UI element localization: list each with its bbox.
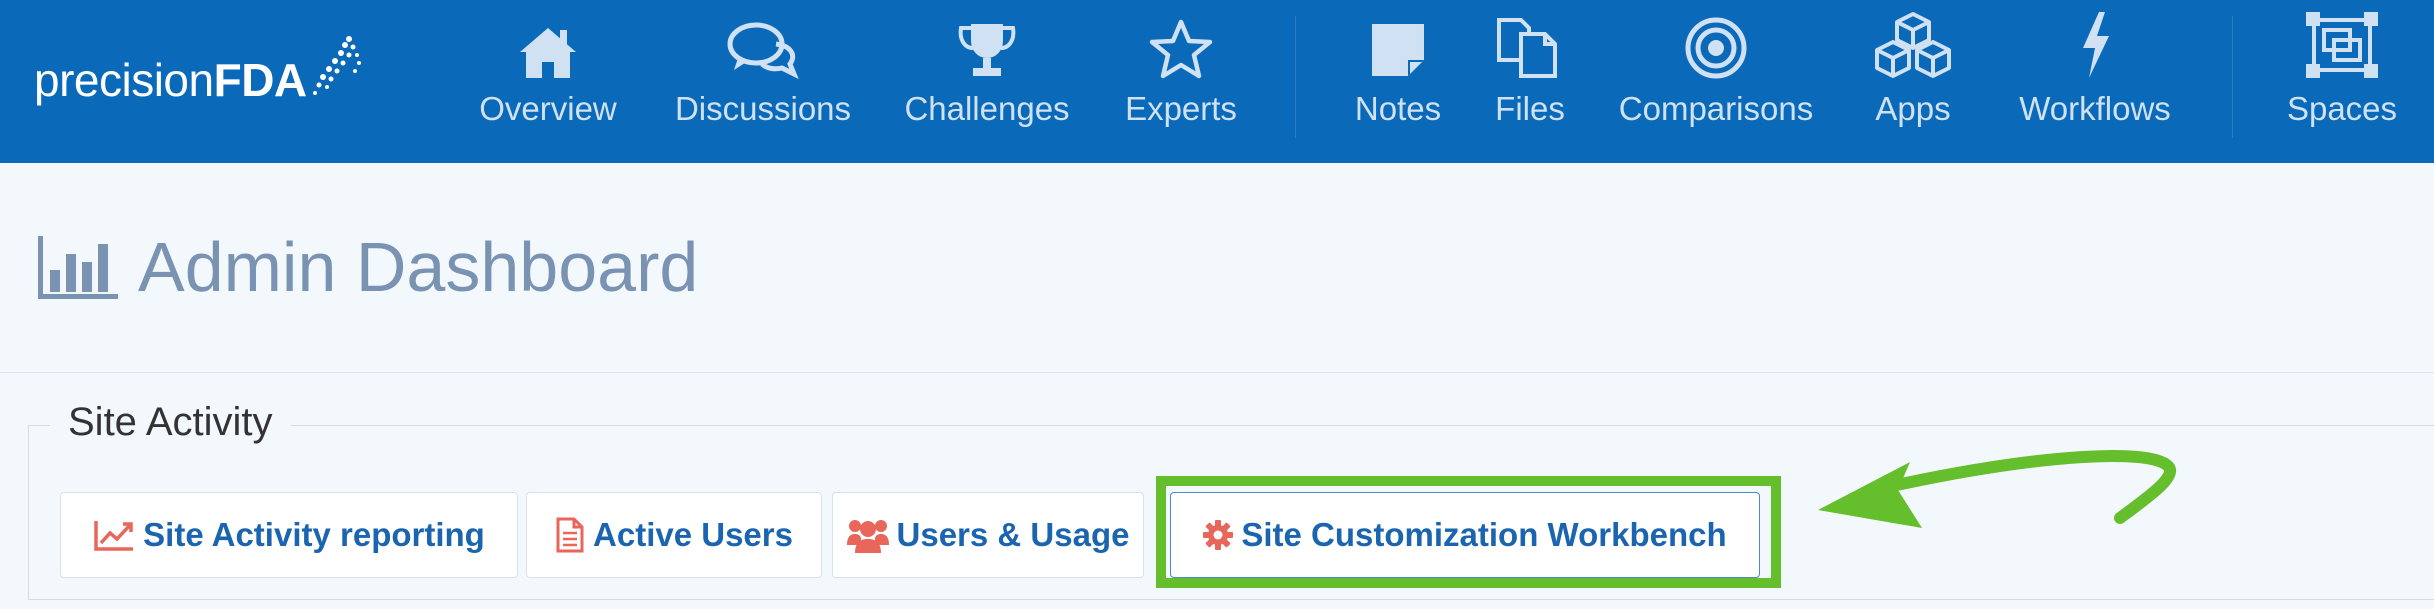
brand-text-bold: FDA xyxy=(213,54,308,106)
target-icon xyxy=(1685,17,1747,79)
tab-label: Active Users xyxy=(593,516,793,553)
tab-label: Site Activity reporting xyxy=(143,516,485,553)
spaces-icon xyxy=(2306,12,2378,78)
cubes-icon xyxy=(1875,12,1951,78)
home-icon xyxy=(520,28,576,78)
nav-experts[interactable]: Experts xyxy=(1110,0,1252,163)
nav-spaces[interactable]: Spaces xyxy=(2270,0,2414,163)
nav-files[interactable]: Files xyxy=(1480,0,1580,163)
nav-label: Comparisons xyxy=(1618,90,1814,127)
nav-discussions[interactable]: Discussions xyxy=(668,0,858,163)
nav-overview[interactable]: Overview xyxy=(468,0,628,163)
tab-site-activity-reporting[interactable]: Site Activity reporting xyxy=(60,492,518,578)
bolt-icon xyxy=(2083,12,2109,78)
dna-helix-icon xyxy=(312,36,361,95)
nav-label: Spaces xyxy=(2286,90,2398,127)
trophy-icon xyxy=(958,24,1016,76)
site-activity-legend: Site Activity xyxy=(50,400,291,445)
nav-label: Workflows xyxy=(2019,90,2171,127)
precisionfda-logo[interactable]: precisionFDA xyxy=(34,20,363,140)
nav-workflows[interactable]: Workflows xyxy=(2000,0,2190,163)
nav-separator xyxy=(2232,16,2233,138)
nav-label: Discussions xyxy=(674,90,852,127)
document-icon xyxy=(556,517,584,553)
nav-label: Files xyxy=(1495,90,1565,127)
annotation-arrow-icon xyxy=(1818,449,2176,528)
users-icon xyxy=(846,520,889,553)
nav-label: Notes xyxy=(1354,90,1442,127)
nav-label: Overview xyxy=(479,90,617,127)
page-title-text: Admin Dashboard xyxy=(138,228,699,306)
nav-label: Challenges xyxy=(904,90,1070,127)
brand-text-light: precision xyxy=(34,54,214,106)
nav-separator xyxy=(1295,16,1296,138)
page-title: Admin Dashboard xyxy=(34,222,698,312)
nav-challenges[interactable]: Challenges xyxy=(896,0,1078,163)
tab-active-users[interactable]: Active Users xyxy=(526,492,822,578)
nav-label: Experts xyxy=(1125,90,1237,127)
top-navbar: precisionFDA Overview Discussions Challe… xyxy=(0,0,2434,163)
nav-notes[interactable]: Notes xyxy=(1340,0,1456,163)
nav-comparisons[interactable]: Comparisons xyxy=(1606,0,1826,163)
note-icon xyxy=(1372,24,1424,76)
star-icon xyxy=(1149,19,1213,79)
line-chart-icon xyxy=(94,521,134,551)
files-icon xyxy=(1497,18,1557,78)
bar-chart-icon xyxy=(38,236,118,299)
nav-apps[interactable]: Apps xyxy=(1858,0,1968,163)
tab-label: Users & Usage xyxy=(896,516,1130,553)
annotation-highlight-box xyxy=(1156,476,1781,588)
tab-users-usage[interactable]: Users & Usage xyxy=(832,492,1144,578)
nav-label: Apps xyxy=(1875,90,1951,127)
comments-icon xyxy=(727,22,799,80)
